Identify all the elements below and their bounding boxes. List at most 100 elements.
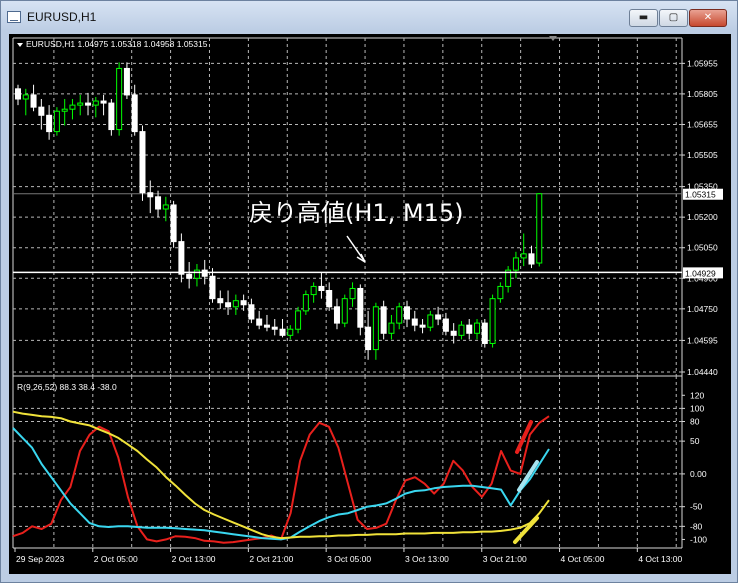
indicator-tick-label: 120 [690,390,704,400]
candle-body [77,102,84,106]
candle-body [116,67,123,131]
price-header: EURUSD,H1 1.04975 1.05318 1.04958 1.0531… [26,39,208,49]
candle-body [271,326,278,330]
candle-body [357,287,364,328]
slow-slope-marker [513,516,539,544]
candle-body [372,306,379,351]
candle-body [61,108,68,112]
candle-body [232,300,239,308]
candle-body [22,94,29,100]
indicator-tick-label: 0.00 [690,469,707,479]
candle-body [310,285,317,296]
time-tick-label: 3 Oct 13:00 [405,554,449,564]
candle-body [349,287,356,300]
candle-body [380,306,387,334]
candle-body [528,253,535,265]
candle-body [520,253,527,259]
candle-body [131,94,138,133]
price-tick-label: 1.05505 [687,150,718,160]
price-scale: 1.059551.058051.056551.055051.053501.052… [682,58,718,377]
candle-body [497,285,504,300]
candle-body [318,285,325,292]
candle-body [466,324,473,334]
candle-body [427,314,434,328]
price-tick-label: 1.05655 [687,119,718,129]
candle-body [209,275,216,300]
candle-body [193,269,200,279]
chart-svg[interactable]: 1.059551.058051.056551.055051.053501.052… [9,34,731,574]
candle-body [123,67,130,96]
candle-body [162,204,169,210]
candle-body [15,88,21,100]
title-bar[interactable]: EURUSD,H1 ▬ ▢ ✕ [1,1,737,31]
candle-body [186,273,193,279]
indicator-header: R(9,26,52) 88.3 38.4 -38.0 [17,382,117,392]
indicator-tick-label: 80 [690,416,700,426]
candle-body [139,131,146,194]
candle-body [85,102,92,106]
candle-body [404,306,410,320]
candle-body [147,192,154,198]
candle-body [155,196,162,210]
candle-body [396,306,403,324]
indicator-lines [12,410,550,544]
current-price-label: 1.05315 [685,190,716,200]
price-tick-label: 1.05050 [687,243,718,253]
annotation-label: 戻り高値(H1, M15) [249,199,464,227]
chart-window-icon [7,11,21,23]
indicator-scale: 120 100 80 50 0.00 -50 -80 -100 [682,390,707,544]
minimize-button[interactable]: ▬ [629,9,658,27]
price-tick-label: 1.04440 [687,367,718,377]
window-title: EURUSD,H1 [27,10,97,24]
price-tick-label: 1.05955 [687,58,718,68]
candle-body [489,298,496,344]
time-tick-label: 4 Oct 05:00 [561,554,605,564]
price-tick-label: 1.05200 [687,212,718,222]
indicator-tick-label: 100 [690,403,704,413]
time-tick-label: 2 Oct 13:00 [172,554,216,564]
time-tick-label: 29 Sep 2023 [16,554,64,564]
price-tick-label: 1.04595 [687,335,718,345]
candle-body [326,290,333,308]
candle-body [46,114,53,133]
candle-body [170,204,177,243]
indicator-tick-label: 50 [690,436,700,446]
candle-body [388,322,395,334]
hline-price-label: 1.04929 [685,268,716,278]
candle-body [295,310,302,330]
candle-body [217,298,224,304]
candle-body [333,306,340,324]
candle-body [512,257,519,271]
maximize-button[interactable]: ▢ [659,9,688,27]
candle-body [263,324,270,328]
candle-body [53,110,60,133]
candle-body [474,322,481,334]
time-tick-label: 3 Oct 21:00 [483,554,527,564]
time-tick-label: 2 Oct 21:00 [249,554,293,564]
candle-body [302,294,309,312]
candle-body [92,100,99,106]
candle-body [419,324,426,328]
close-button[interactable]: ✕ [689,9,727,27]
candle-body [30,94,37,108]
time-scale: 29 Sep 2023 2 Oct 05:00 2 Oct 13:00 2 Oct 2… [14,548,683,564]
candle-body [458,324,465,336]
candle-body [225,302,232,308]
candle-body [240,300,247,306]
indicator-tick-label: -50 [690,502,703,512]
price-tick-label: 1.04750 [687,304,718,314]
candle-body [69,104,76,110]
candle-body [287,328,294,336]
candle-body [341,298,348,324]
candle-body [481,322,488,344]
candle-body [435,314,442,320]
candle-body [38,106,45,116]
candle-body [108,102,115,131]
time-tick-label: 3 Oct 05:00 [327,554,371,564]
collapse-triangle-icon[interactable] [17,43,23,47]
chart-area[interactable]: 1.05955 1.05805 1.05655 1.05505 1.05350 1.052… [9,34,731,574]
candle-body [365,326,372,351]
candle-body [178,241,185,275]
candle-body [411,318,418,326]
candle-body [442,318,449,332]
